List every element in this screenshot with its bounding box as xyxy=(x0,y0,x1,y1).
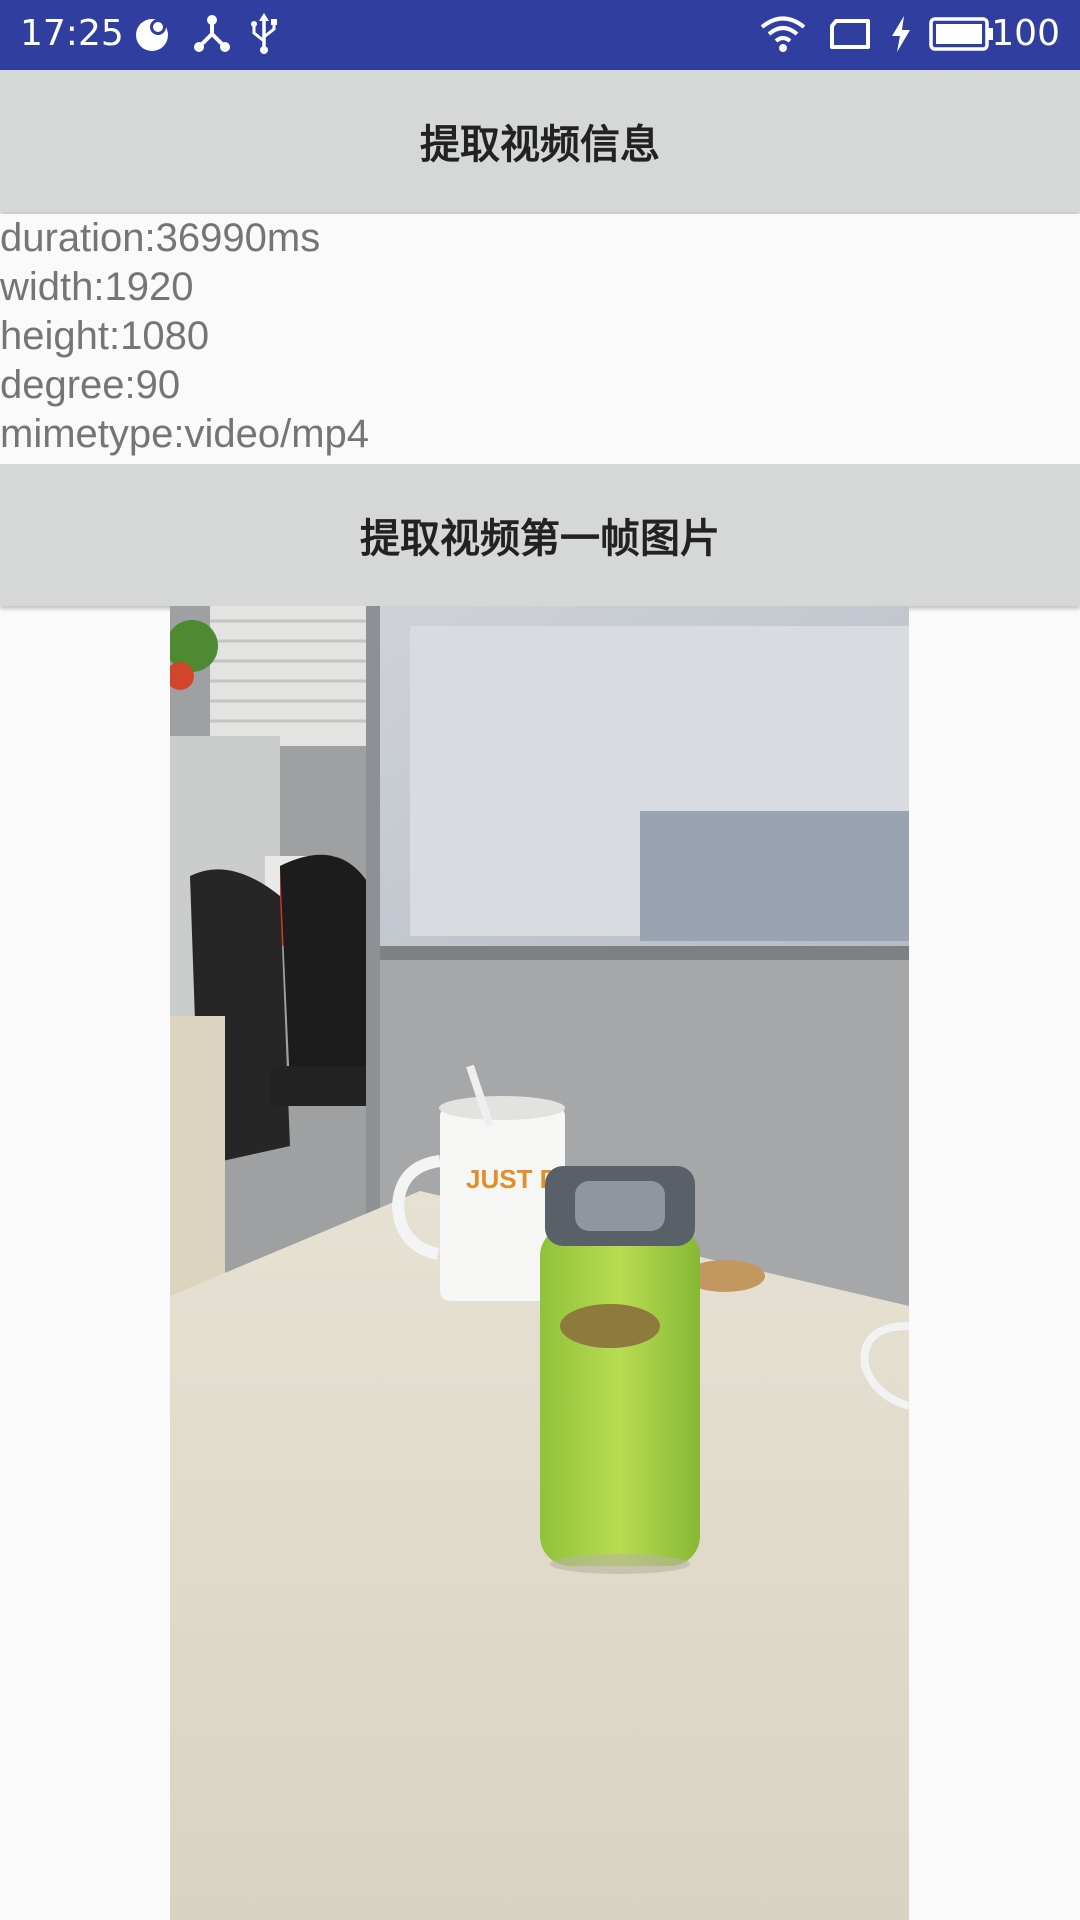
battery-icon xyxy=(928,10,996,58)
share-icon xyxy=(190,10,234,58)
video-frame-image: JUST DO GIT xyxy=(170,606,909,1920)
extract-first-frame-button[interactable]: 提取视频第一帧图片 xyxy=(0,464,1080,606)
notification-bubble-icon xyxy=(130,10,174,58)
battery-percent: 100 xyxy=(991,13,1060,54)
extract-video-info-button[interactable]: 提取视频信息 xyxy=(0,70,1080,212)
usb-icon xyxy=(246,10,282,58)
video-info-panel: duration:36990ms width:1920 height:1080 … xyxy=(0,214,1080,462)
status-bar: 17:25 100 xyxy=(0,0,1080,70)
info-height: height:1080 xyxy=(0,314,210,358)
charging-bolt-icon xyxy=(888,10,914,58)
info-degree: degree:90 xyxy=(0,363,181,407)
status-time: 17:25 xyxy=(20,13,124,54)
info-width: width:1920 xyxy=(0,265,194,309)
wifi-icon xyxy=(758,10,808,58)
screen-rotate-icon xyxy=(826,10,874,58)
info-mimetype: mimetype:video/mp4 xyxy=(0,412,370,456)
info-duration: duration:36990ms xyxy=(0,216,321,260)
